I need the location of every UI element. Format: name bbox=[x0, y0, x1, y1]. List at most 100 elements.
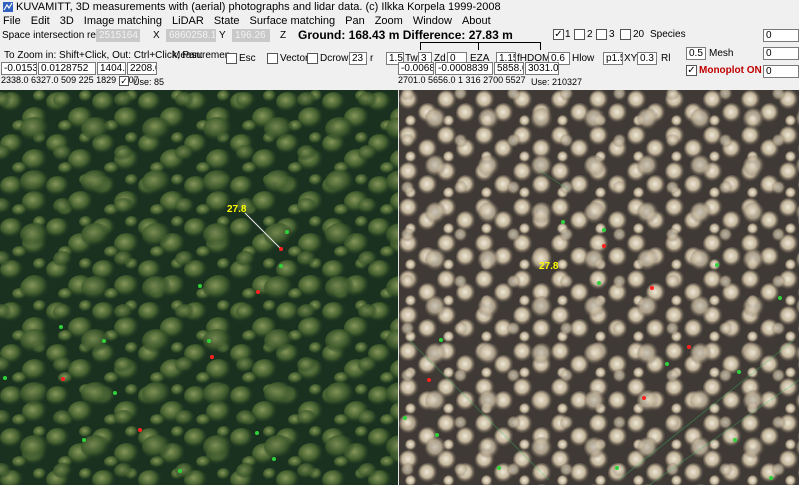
red-marker bbox=[427, 378, 431, 382]
menu-about[interactable]: About bbox=[457, 14, 496, 28]
monoplot-checkbox[interactable]: ✓ bbox=[686, 65, 697, 76]
left-use-checkbox[interactable]: ✓ bbox=[119, 76, 129, 86]
checkbox-3[interactable] bbox=[596, 29, 607, 40]
green-marker bbox=[439, 338, 443, 342]
right-coord-d-field[interactable]: 3031.0 bbox=[525, 62, 559, 75]
green-marker bbox=[597, 281, 601, 285]
right-params-text: 2701.0 5656.0 1 316 2700 5527 bbox=[398, 75, 526, 85]
r-label: r bbox=[370, 53, 374, 64]
left-image-canvas[interactable]: 27.8 bbox=[0, 90, 399, 485]
menu-lidar[interactable]: LiDAR bbox=[167, 14, 209, 28]
menu-image-matching[interactable]: Image matching bbox=[79, 14, 167, 28]
green-marker bbox=[602, 228, 606, 232]
green-marker bbox=[82, 438, 86, 442]
bracket-line bbox=[478, 42, 479, 50]
checkbox-1-label: 1 bbox=[565, 29, 571, 40]
green-marker bbox=[769, 476, 773, 480]
green-marker bbox=[178, 469, 182, 473]
esc-checkbox[interactable] bbox=[226, 53, 237, 64]
right-field-2[interactable]: 0 bbox=[763, 47, 799, 60]
menu-zoom[interactable]: Zoom bbox=[370, 14, 408, 28]
red-marker bbox=[602, 244, 606, 248]
red-marker bbox=[256, 290, 260, 294]
xy-field[interactable]: 0.3 bbox=[637, 52, 657, 65]
green-marker bbox=[665, 362, 669, 366]
control-panel: Space intersection results: 2515164.40 X… bbox=[0, 28, 799, 90]
vector-label: Vector bbox=[280, 53, 309, 64]
menu-3d[interactable]: 3D bbox=[55, 14, 79, 28]
vector-checkbox[interactable] bbox=[267, 53, 278, 64]
red-marker bbox=[210, 355, 214, 359]
menubar: File Edit 3D Image matching LiDAR State … bbox=[0, 14, 799, 28]
right-measurement-label: 27.8 bbox=[539, 261, 559, 272]
left-aerial-image[interactable]: 27.8 bbox=[0, 90, 399, 485]
green-marker bbox=[59, 325, 63, 329]
monoplot-label: Monoplot ON bbox=[699, 65, 762, 76]
z-result-field[interactable]: 196.26 bbox=[232, 29, 270, 42]
y-label: Y bbox=[219, 30, 226, 41]
checkbox-20-label: 20 bbox=[633, 29, 645, 40]
right-image-canvas[interactable]: 27.8 bbox=[399, 90, 799, 485]
species-label: Species bbox=[650, 29, 686, 40]
menu-pan[interactable]: Pan bbox=[340, 14, 370, 28]
mesh-field[interactable]: 0.5 bbox=[686, 47, 706, 60]
bracket-line bbox=[540, 42, 541, 50]
green-marker bbox=[102, 339, 106, 343]
left-params-text: 2338.0 6327.0 509 225 1829 1207 bbox=[1, 75, 139, 85]
left-measurement-label: 27.8 bbox=[227, 204, 247, 215]
checkbox-1[interactable]: ✓ bbox=[553, 29, 564, 40]
mesh-label: Mesh bbox=[709, 48, 734, 59]
checkbox-3-label: 3 bbox=[609, 29, 615, 40]
checkbox-2[interactable] bbox=[574, 29, 585, 40]
red-marker bbox=[687, 345, 691, 349]
z-label: Z bbox=[280, 30, 287, 41]
green-marker bbox=[285, 230, 289, 234]
green-marker bbox=[715, 263, 719, 267]
green-marker bbox=[255, 431, 259, 435]
red-marker bbox=[279, 247, 283, 251]
checkbox-20[interactable] bbox=[620, 29, 631, 40]
menu-window[interactable]: Window bbox=[408, 14, 457, 28]
x-result-field[interactable]: 2515164.40 bbox=[96, 29, 140, 42]
green-marker bbox=[279, 264, 283, 268]
hlow-field[interactable]: p1.5 bbox=[603, 52, 623, 65]
green-marker bbox=[272, 457, 276, 461]
measurement-label: Measuremen bbox=[172, 50, 231, 61]
left-use-label: Use: 85 bbox=[133, 77, 165, 87]
x-label: X bbox=[153, 30, 160, 41]
green-marker bbox=[615, 466, 619, 470]
bracket-line bbox=[420, 42, 540, 43]
menu-file[interactable]: File bbox=[0, 14, 26, 28]
right-field-3[interactable]: 0 bbox=[763, 65, 799, 78]
bracket-line bbox=[420, 42, 421, 50]
window-titlebar: KUVAMITT, 3D measurements with (aerial) … bbox=[0, 0, 799, 14]
red-marker bbox=[650, 286, 654, 290]
hlow-label: Hlow bbox=[572, 53, 595, 64]
green-marker bbox=[207, 339, 211, 343]
menu-edit[interactable]: Edit bbox=[26, 14, 55, 28]
checkbox-2-label: 2 bbox=[587, 29, 593, 40]
right-aerial-image[interactable]: 27.8 bbox=[399, 90, 799, 485]
menu-state[interactable]: State bbox=[209, 14, 245, 28]
red-marker bbox=[61, 377, 65, 381]
right-use-label: Use: 210327 bbox=[531, 77, 583, 87]
red-marker bbox=[138, 428, 142, 432]
green-marker bbox=[497, 466, 501, 470]
window-title: KUVAMITT, 3D measurements with (aerial) … bbox=[16, 1, 501, 13]
green-marker bbox=[733, 438, 737, 442]
green-marker bbox=[561, 220, 565, 224]
dcrown-field[interactable]: 23 bbox=[349, 52, 367, 65]
menu-surface-matching[interactable]: Surface matching bbox=[245, 14, 341, 28]
rl-label: Rl bbox=[661, 53, 671, 64]
green-marker bbox=[403, 416, 407, 420]
xy-label: XY bbox=[624, 53, 638, 64]
green-marker bbox=[737, 370, 741, 374]
green-marker bbox=[3, 376, 7, 380]
green-marker bbox=[198, 284, 202, 288]
y-result-field[interactable]: 6860258.19 bbox=[166, 29, 216, 42]
dcrown-checkbox[interactable] bbox=[307, 53, 318, 64]
right-field-1[interactable]: 0 bbox=[763, 29, 799, 42]
esc-label: Esc bbox=[239, 53, 256, 64]
ground-difference-text: Ground: 168.43 m Difference: 27.83 m bbox=[298, 28, 513, 42]
red-marker bbox=[642, 396, 646, 400]
